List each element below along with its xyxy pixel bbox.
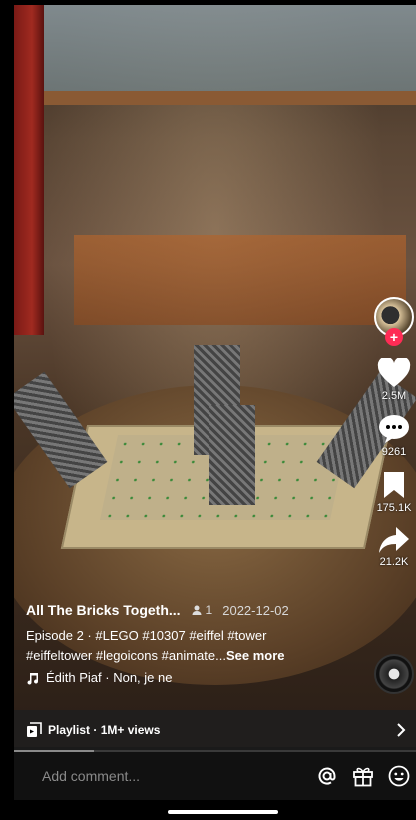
heart-icon (377, 358, 411, 387)
video-title-row[interactable]: All The Bricks Togeth... 1 2022-12-02 (26, 602, 371, 618)
music-disc[interactable] (374, 654, 414, 694)
music-row[interactable]: Édith Piaf · Non, je ne (26, 670, 371, 685)
caption-line: Episode 2 · #LEGO #10307 #eiffel #tower (26, 628, 267, 643)
video-info: All The Bricks Togeth... 1 2022-12-02 Ep… (26, 602, 371, 685)
video-title[interactable]: All The Bricks Togeth... (26, 602, 181, 618)
share-icon (379, 527, 409, 553)
caption-line: #eiffeltower #legoicons #animate... (26, 648, 226, 663)
playlist-icon (27, 722, 42, 737)
comment-icon (379, 415, 409, 443)
gift-icon (353, 767, 373, 787)
person-icon (192, 605, 202, 615)
share-count: 21.2K (379, 556, 409, 568)
plus-icon: + (389, 329, 399, 345)
emoji-icon (388, 765, 410, 787)
save-count: 175.1K (376, 502, 412, 514)
emoji-button[interactable] (388, 765, 410, 787)
follow-button[interactable]: + (385, 328, 403, 346)
chevron-right-icon[interactable] (396, 723, 406, 737)
screen: All The Bricks Togeth... 1 2022-12-02 Ep… (0, 0, 416, 820)
action-rail: + 2.5M 9261 175.1K 21.2K (374, 297, 414, 568)
home-indicator[interactable] (168, 810, 278, 814)
like-button[interactable]: 2.5M (377, 358, 411, 402)
music-title: Édith Piaf · Non, je ne (46, 670, 173, 685)
music-note-icon (27, 672, 39, 685)
save-button[interactable]: 175.1K (376, 470, 412, 514)
playlist-bar[interactable]: Playlist · 1M+ views (14, 710, 416, 750)
see-more-link[interactable]: See more (226, 648, 285, 663)
view-count-value: 1 (205, 603, 213, 617)
scene-wall (44, 5, 416, 100)
comment-bar (14, 752, 416, 800)
like-count: 2.5M (381, 390, 407, 402)
view-count: 1 (191, 603, 213, 617)
scene-curtain (14, 5, 44, 335)
comment-button[interactable]: 9261 (378, 414, 410, 458)
playlist-label: Playlist · 1M+ views (48, 723, 161, 737)
tower-leg (209, 405, 255, 505)
video-caption[interactable]: Episode 2 · #LEGO #10307 #eiffel #tower … (26, 626, 371, 666)
share-button[interactable]: 21.2K (378, 526, 410, 568)
scene-beam (44, 91, 416, 105)
comment-input[interactable] (40, 767, 302, 785)
bookmark-icon (384, 472, 404, 498)
comment-count: 9261 (381, 446, 407, 458)
at-icon (318, 767, 336, 785)
scene-shelf (74, 235, 406, 325)
gift-button[interactable] (352, 765, 374, 787)
mention-button[interactable] (316, 765, 338, 787)
post-date: 2022-12-02 (222, 602, 289, 618)
